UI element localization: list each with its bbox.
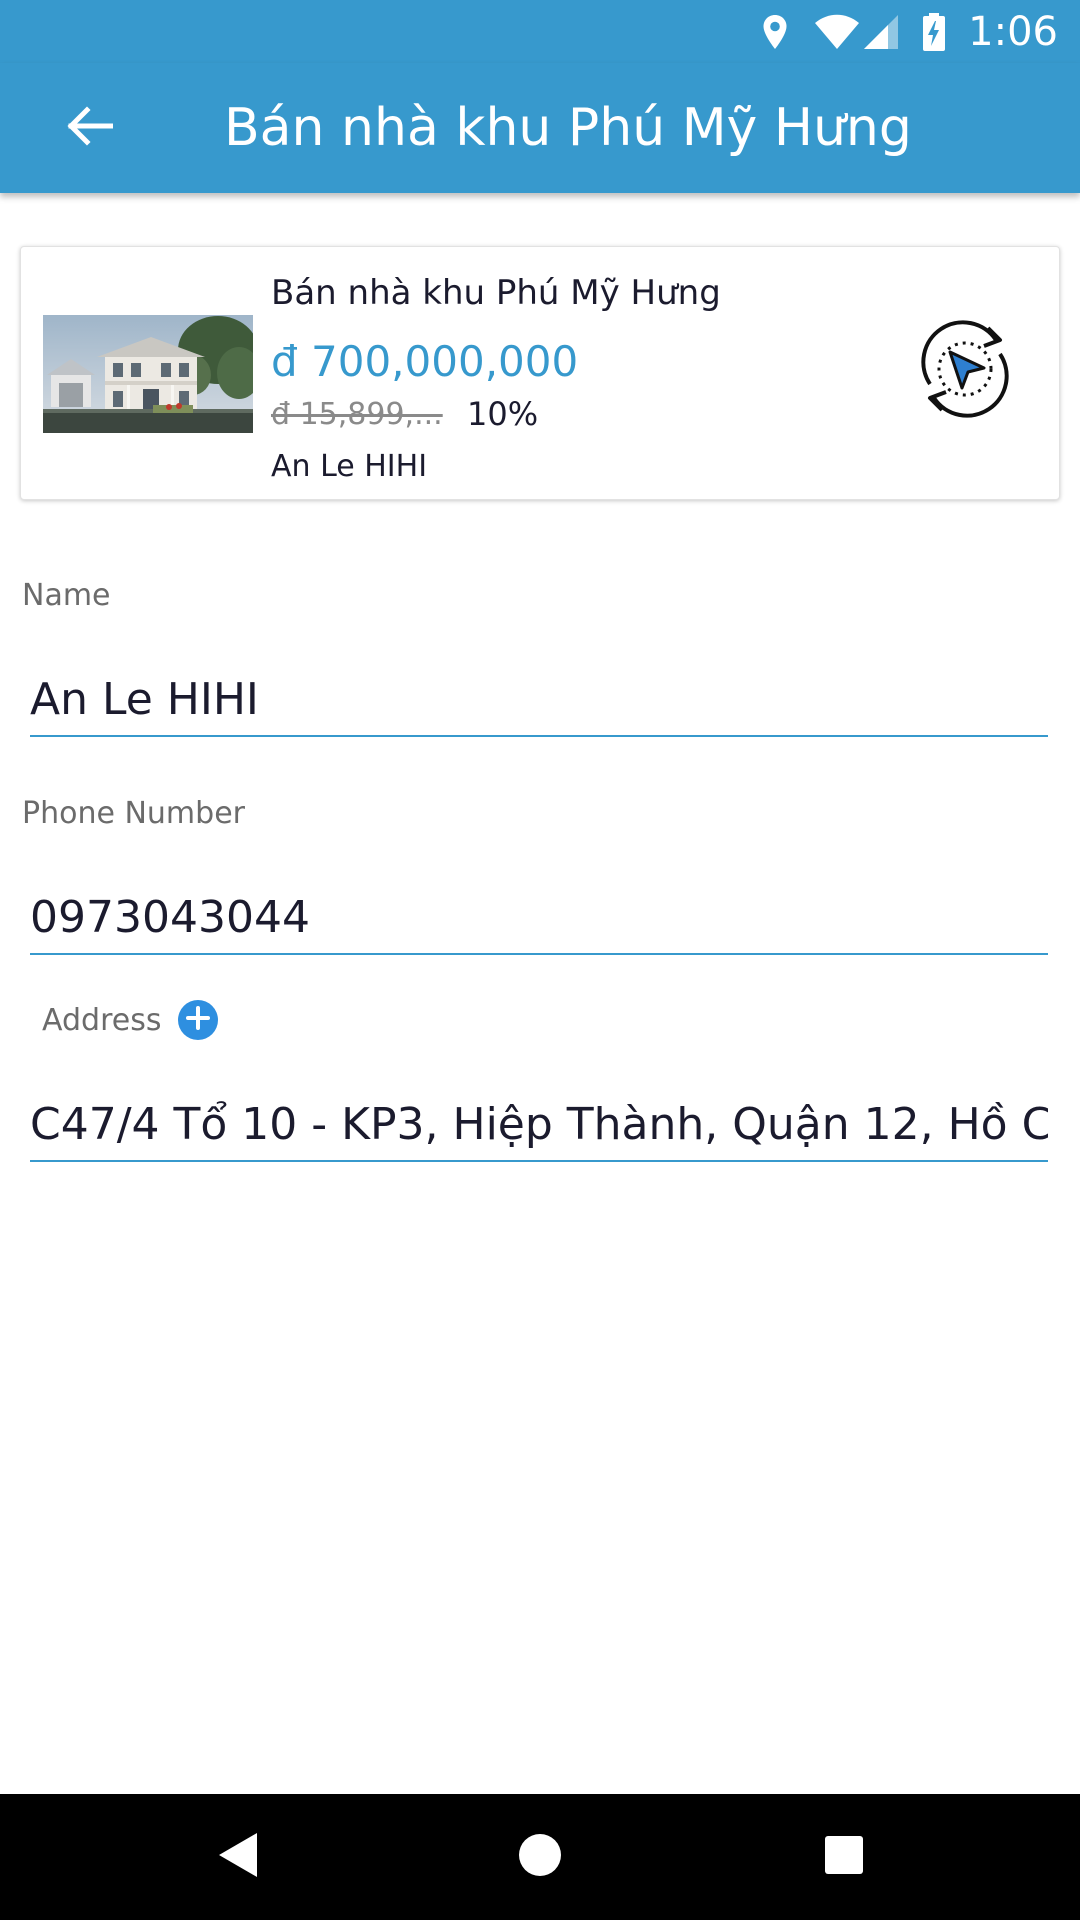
nav-home-button[interactable]: [505, 1822, 575, 1892]
signal-icon: [862, 14, 900, 50]
product-discount: 10%: [467, 395, 539, 433]
home-circle-icon: [517, 1832, 563, 1883]
navigation-bar: [0, 1794, 1080, 1920]
wifi-icon: [814, 14, 860, 50]
product-card[interactable]: Bán nhà khu Phú Mỹ Hưng đ 700,000,000 đ …: [20, 246, 1060, 500]
address-field[interactable]: C47/4 Tổ 10 - KP3, Hiệp Thành, Quận 12, …: [30, 1090, 1048, 1162]
name-label: Name: [22, 578, 111, 613]
recents-square-icon: [823, 1834, 865, 1881]
name-field[interactable]: An Le HIHI: [30, 665, 1048, 737]
locate-rotate-icon: [910, 314, 1020, 429]
back-triangle-icon: [215, 1830, 259, 1885]
address-label: Address: [42, 1003, 162, 1038]
house-photo: [43, 315, 253, 433]
product-name: Bán nhà khu Phú Mỹ Hưng: [271, 273, 721, 313]
arrow-back-icon: [67, 105, 114, 151]
status-icons: 1:06: [762, 0, 1058, 63]
product-price: đ 700,000,000: [271, 337, 579, 386]
phone-field[interactable]: 0973043044: [30, 883, 1048, 955]
product-thumbnail: [43, 315, 253, 433]
locate-button[interactable]: [909, 315, 1021, 427]
screen: 1:06 Bán nhà khu Phú Mỹ Hưng Bán nhà khu…: [0, 0, 1080, 1920]
battery-charging-icon: [922, 12, 946, 52]
page-title: Bán nhà khu Phú Mỹ Hưng: [224, 98, 912, 158]
plus-circle-icon: [185, 1005, 211, 1036]
add-address-button[interactable]: [178, 1000, 218, 1040]
product-old-price: đ 15,899,...: [271, 397, 443, 432]
app-bar: Bán nhà khu Phú Mỹ Hưng: [0, 63, 1080, 193]
status-bar: 1:06: [0, 0, 1080, 63]
product-seller: An Le HIHI: [271, 449, 428, 484]
nav-back-button[interactable]: [202, 1822, 272, 1892]
phone-label: Phone Number: [22, 796, 245, 831]
location-icon: [762, 14, 788, 50]
status-time: 1:06: [968, 8, 1058, 55]
nav-recents-button[interactable]: [809, 1822, 879, 1892]
back-button[interactable]: [50, 96, 130, 160]
